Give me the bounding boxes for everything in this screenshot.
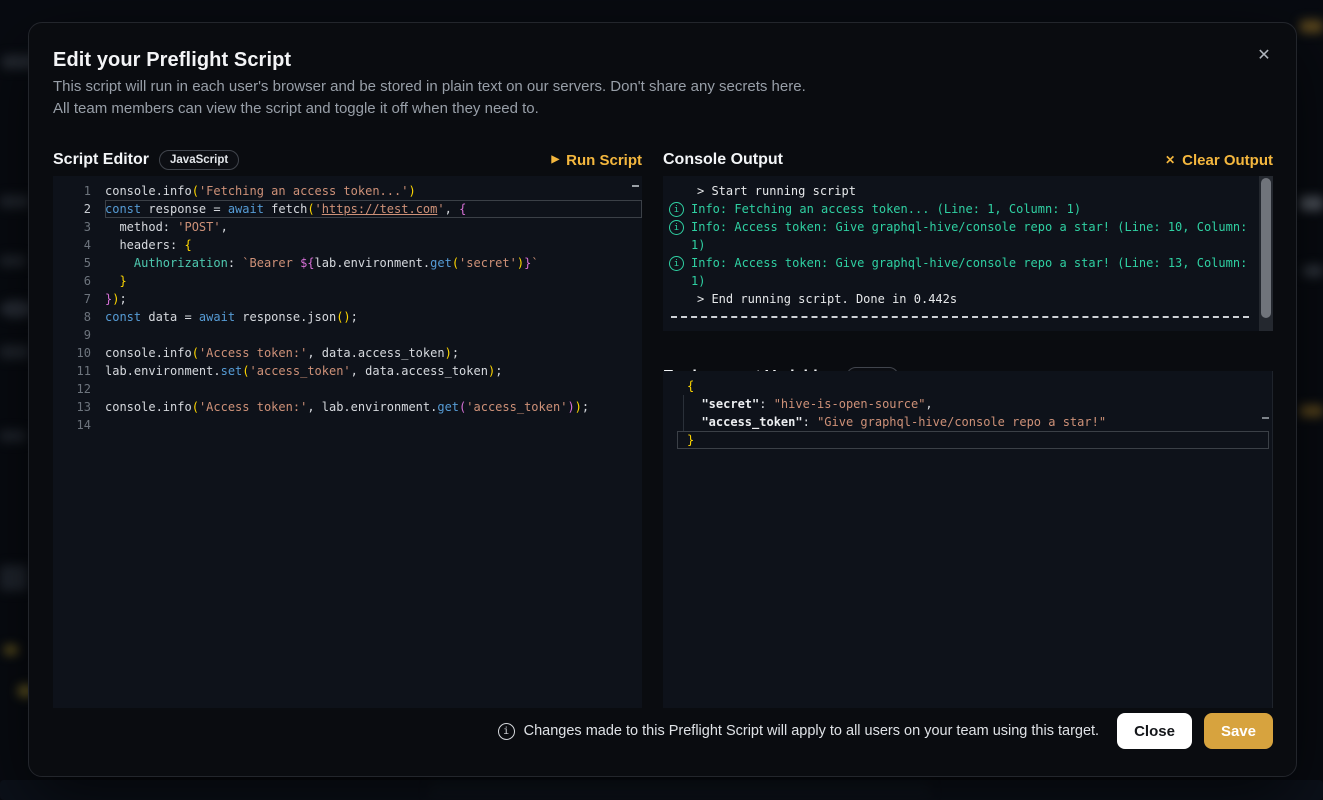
env-vars-editor[interactable]: { "secret": "hive-is-open-source", "acce… — [663, 371, 1273, 708]
code-line[interactable]: 3 method: 'POST', — [53, 218, 642, 236]
console-line-text: > End running script. Done in 0.442s — [697, 290, 957, 308]
line-number: 6 — [53, 272, 105, 290]
console-header: Console Output ✕ Clear Output — [663, 145, 1273, 175]
clear-output-button[interactable]: ✕ Clear Output — [1165, 152, 1273, 169]
run-script-button[interactable]: ▶ Run Script — [551, 152, 642, 169]
console-line: > Start running script — [663, 182, 1273, 200]
modal-title: Edit your Preflight Script — [53, 49, 291, 72]
line-number: 2 — [53, 200, 105, 218]
info-circle-icon: i — [498, 723, 515, 740]
code-line[interactable]: 8const data = await response.json(); — [53, 308, 642, 326]
line-number: 13 — [53, 398, 105, 416]
modal-content: Script Editor JavaScript ▶ Run Script 1c… — [53, 145, 1273, 749]
console-line-text: Info: Access token: Give graphql-hive/co… — [691, 218, 1255, 254]
code-line[interactable]: 11lab.environment.set('access_token', da… — [53, 362, 642, 380]
info-icon: i — [669, 256, 684, 271]
code-line-content: const response = await fetch('https://te… — [105, 200, 642, 218]
code-line-content: console.info('Access token:', data.acces… — [105, 344, 642, 362]
code-line[interactable]: 10console.info('Access token:', data.acc… — [53, 344, 642, 362]
line-number: 1 — [53, 182, 105, 200]
preflight-script-modal: Edit your Preflight Script ✕ This script… — [28, 22, 1297, 777]
description-line: This script will run in each user's brow… — [53, 76, 806, 98]
console-line-text: > Start running script — [697, 182, 856, 200]
script-editor-lines: 1console.info('Fetching an access token.… — [53, 182, 642, 434]
code-line[interactable]: 4 headers: { — [53, 236, 642, 254]
line-number: 4 — [53, 236, 105, 254]
console-line: i Info: Access token: Give graphql-hive/c… — [663, 254, 1273, 290]
code-line-content — [105, 326, 642, 344]
code-line[interactable]: 7}); — [53, 290, 642, 308]
play-icon: ▶ — [551, 155, 559, 165]
code-line[interactable]: 9 — [53, 326, 642, 344]
indent-guide — [683, 395, 684, 431]
clear-output-label: Clear Output — [1182, 152, 1273, 169]
code-line[interactable]: 2const response = await fetch('https://t… — [53, 200, 642, 218]
footer-notice-text: Changes made to this Preflight Script wi… — [524, 723, 1099, 739]
line-number: 7 — [53, 290, 105, 308]
code-line[interactable]: 14 — [53, 416, 642, 434]
overview-ruler-mark — [1262, 417, 1269, 419]
close-icon[interactable]: ✕ — [1250, 41, 1278, 69]
info-icon: i — [669, 202, 684, 217]
info-icon: i — [669, 220, 684, 235]
description-line: All team members can view the script and… — [53, 98, 806, 120]
script-editor-header: Script Editor JavaScript ▶ Run Script — [53, 145, 642, 175]
console-line: i Info: Access token: Give graphql-hive/c… — [663, 218, 1273, 254]
run-script-label: Run Script — [566, 152, 642, 169]
code-line[interactable]: 12 — [53, 380, 642, 398]
env-line[interactable]: "secret": "hive-is-open-source", — [663, 395, 1272, 413]
line-number: 5 — [53, 254, 105, 272]
code-line[interactable]: 1console.info('Fetching an access token.… — [53, 182, 642, 200]
line-number: 3 — [53, 218, 105, 236]
console-line-text: Info: Fetching an access token... (Line:… — [691, 200, 1081, 218]
env-line[interactable]: { — [663, 377, 1272, 395]
code-line-content: const data = await response.json(); — [105, 308, 642, 326]
code-line-content: console.info('Fetching an access token..… — [105, 182, 642, 200]
code-line-content: Authorization: `Bearer ${lab.environment… — [105, 254, 642, 272]
console-separator — [671, 316, 1249, 318]
code-line-content: }); — [105, 290, 642, 308]
modal-description: This script will run in each user's brow… — [53, 76, 806, 120]
modal-footer: i Changes made to this Preflight Script … — [53, 713, 1273, 749]
code-line[interactable]: 6 } — [53, 272, 642, 290]
env-line[interactable]: "access_token": "Give graphql-hive/conso… — [663, 413, 1272, 431]
console-scrollbar — [1259, 176, 1273, 331]
line-number: 10 — [53, 344, 105, 362]
close-button[interactable]: Close — [1117, 713, 1192, 749]
console-line: i Info: Fetching an access token... (Line… — [663, 200, 1273, 218]
footer-notice: i Changes made to this Preflight Script … — [498, 723, 1099, 740]
code-line-content: } — [105, 272, 642, 290]
console-lines: > Start running script i Info: Fetching an… — [663, 182, 1273, 318]
code-line-content: console.info('Access token:', lab.enviro… — [105, 398, 642, 416]
env-editor-lines: { "secret": "hive-is-open-source", "acce… — [663, 377, 1272, 449]
code-line-content — [105, 380, 642, 398]
code-line-content: method: 'POST', — [105, 218, 642, 236]
line-number: 8 — [53, 308, 105, 326]
script-editor-title: Script Editor — [53, 151, 149, 169]
code-line[interactable]: 13console.info('Access token:', lab.envi… — [53, 398, 642, 416]
line-number: 14 — [53, 416, 105, 434]
line-number: 12 — [53, 380, 105, 398]
code-line[interactable]: 5 Authorization: `Bearer ${lab.environme… — [53, 254, 642, 272]
script-code-editor[interactable]: 1console.info('Fetching an access token.… — [53, 176, 642, 708]
code-line-content: lab.environment.set('access_token', data… — [105, 362, 642, 380]
console-line: > End running script. Done in 0.442s — [663, 290, 1273, 308]
console-title: Console Output — [663, 151, 783, 169]
overview-ruler-mark — [632, 185, 639, 187]
language-badge: JavaScript — [159, 150, 239, 170]
console-scrollbar-thumb[interactable] — [1261, 178, 1271, 318]
console-line-text: Info: Access token: Give graphql-hive/co… — [691, 254, 1255, 290]
line-number: 11 — [53, 362, 105, 380]
env-line[interactable]: } — [663, 431, 1272, 449]
clear-icon: ✕ — [1165, 154, 1175, 166]
save-button[interactable]: Save — [1204, 713, 1273, 749]
code-line-content — [105, 416, 642, 434]
line-number: 9 — [53, 326, 105, 344]
console-output-panel[interactable]: > Start running script i Info: Fetching an… — [663, 176, 1273, 331]
code-line-content: headers: { — [105, 236, 642, 254]
